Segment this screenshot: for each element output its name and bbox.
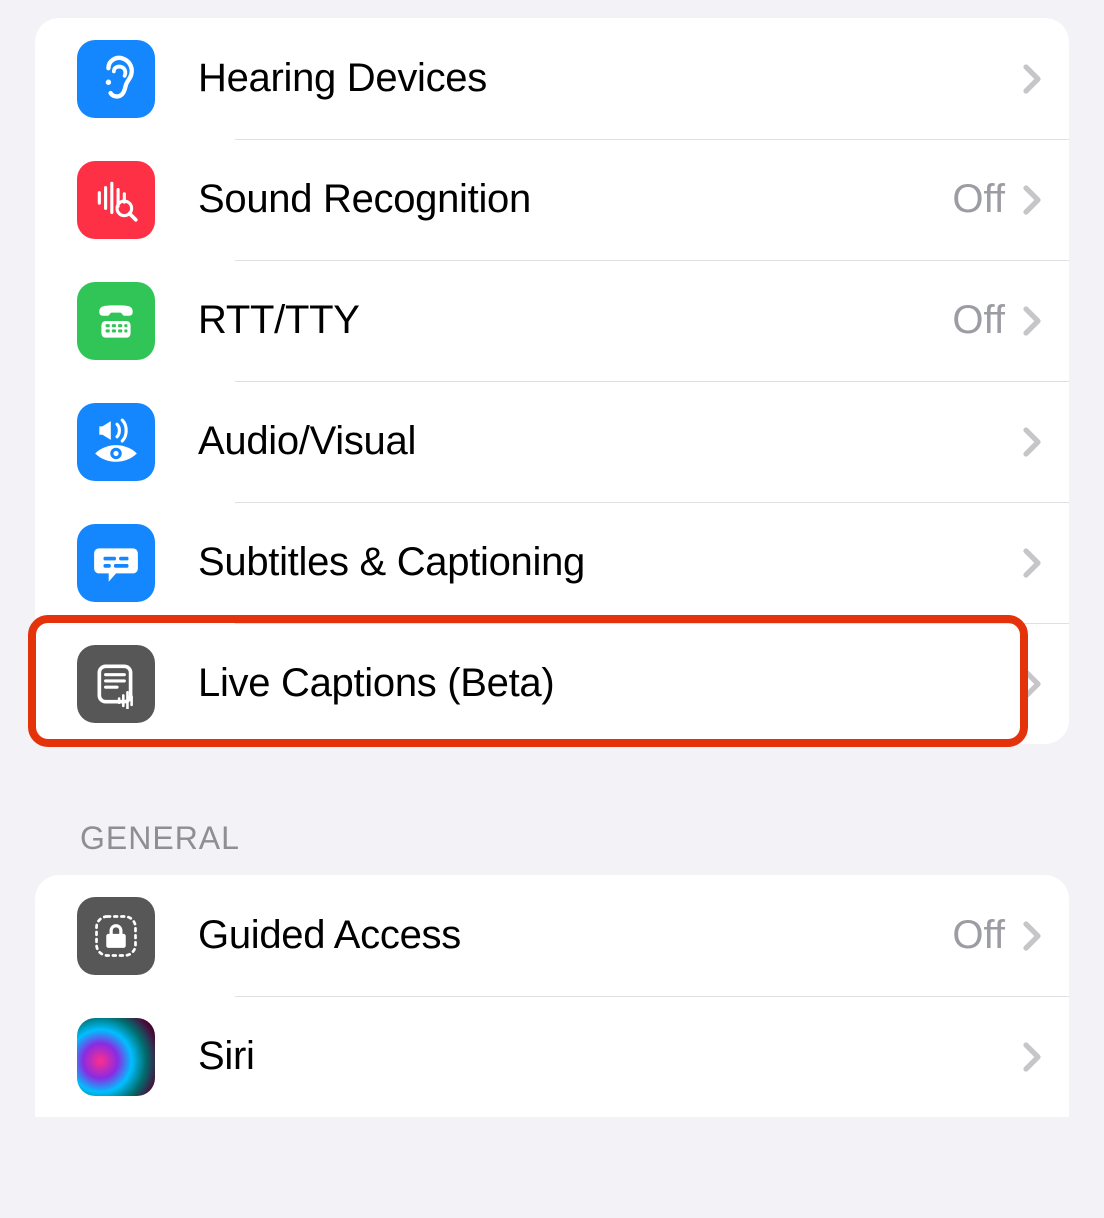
subtitles-icon: [77, 524, 155, 602]
row-siri[interactable]: Siri: [35, 996, 1069, 1117]
row-label: Guided Access: [198, 913, 952, 958]
row-rtt-tty[interactable]: RTT/TTY Off: [35, 260, 1069, 381]
row-live-captions[interactable]: Live Captions (Beta): [35, 623, 1069, 744]
hearing-devices-icon: [77, 40, 155, 118]
row-value: Off: [952, 913, 1005, 958]
chevron-right-icon: [1023, 185, 1041, 215]
section-header-general: GENERAL: [80, 820, 1104, 857]
row-label: Hearing Devices: [198, 56, 1023, 101]
row-subtitles-captioning[interactable]: Subtitles & Captioning: [35, 502, 1069, 623]
row-guided-access[interactable]: Guided Access Off: [35, 875, 1069, 996]
live-captions-icon: [77, 645, 155, 723]
guided-access-icon: [77, 897, 155, 975]
settings-group-hearing: Hearing Devices Sound Recognition Off: [35, 18, 1069, 744]
row-label: Siri: [198, 1034, 1023, 1079]
row-sound-recognition[interactable]: Sound Recognition Off: [35, 139, 1069, 260]
row-label: Sound Recognition: [198, 177, 952, 222]
row-value: Off: [952, 177, 1005, 222]
row-hearing-devices[interactable]: Hearing Devices: [35, 18, 1069, 139]
row-label: Audio/Visual: [198, 419, 1023, 464]
sound-recognition-icon: [77, 161, 155, 239]
siri-icon: [77, 1018, 155, 1096]
row-label: Live Captions (Beta): [198, 661, 1023, 706]
chevron-right-icon: [1023, 1042, 1041, 1072]
row-label: RTT/TTY: [198, 298, 952, 343]
audio-visual-icon: [77, 403, 155, 481]
chevron-right-icon: [1023, 306, 1041, 336]
chevron-right-icon: [1023, 548, 1041, 578]
row-audio-visual[interactable]: Audio/Visual: [35, 381, 1069, 502]
chevron-right-icon: [1023, 921, 1041, 951]
row-label: Subtitles & Captioning: [198, 540, 1023, 585]
chevron-right-icon: [1023, 427, 1041, 457]
row-value: Off: [952, 298, 1005, 343]
rtt-tty-icon: [77, 282, 155, 360]
settings-group-general: Guided Access Off Siri: [35, 875, 1069, 1117]
chevron-right-icon: [1023, 669, 1041, 699]
chevron-right-icon: [1023, 64, 1041, 94]
